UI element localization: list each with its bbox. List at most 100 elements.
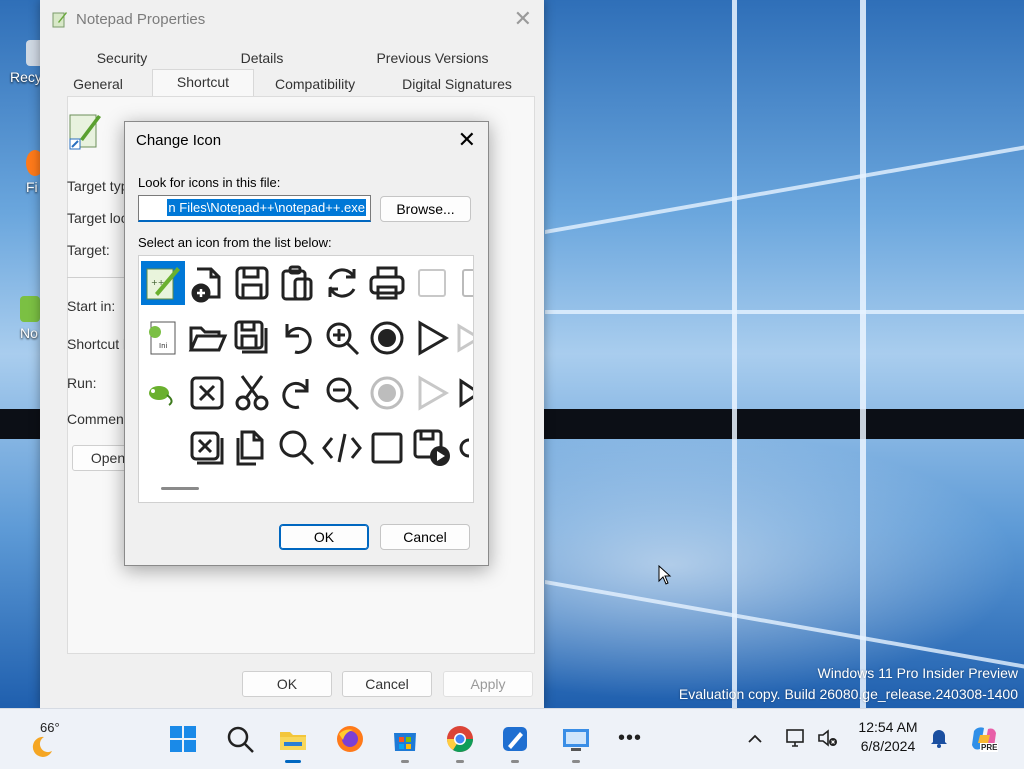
watermark-edition: Windows 11 Pro Insider Preview — [817, 665, 1018, 681]
target-type-label: Target typ — [67, 178, 129, 194]
more-apps-icon[interactable]: ••• — [618, 727, 642, 750]
wallpaper-frame-line — [732, 0, 737, 708]
weather-moon-icon — [32, 736, 52, 757]
partial-icon[interactable] — [455, 426, 473, 470]
divider — [67, 277, 127, 278]
file-explorer-icon[interactable] — [278, 724, 308, 754]
paint-icon[interactable] — [500, 724, 530, 754]
control-panel-running-indicator — [572, 760, 580, 763]
firefox-icon[interactable] — [335, 724, 365, 754]
dialog-ok-button[interactable]: OK — [279, 524, 369, 550]
play-disabled-icon[interactable] — [410, 371, 454, 415]
search-icon[interactable] — [225, 724, 255, 754]
windows-start-icon[interactable] — [168, 724, 198, 754]
control-panel-icon[interactable] — [561, 724, 591, 754]
tab-details[interactable]: Details — [237, 50, 287, 66]
find-icon[interactable] — [275, 426, 319, 470]
cut-icon[interactable] — [230, 371, 274, 415]
tab-digital-signatures[interactable]: Digital Signatures — [402, 76, 512, 92]
partial-icon[interactable] — [455, 261, 473, 305]
notepadpp-shortcut-icon — [69, 114, 101, 150]
play-icon[interactable] — [410, 316, 454, 360]
partial-play-icon[interactable] — [455, 371, 473, 415]
dialog-cancel-button[interactable]: Cancel — [380, 524, 470, 550]
tab-general[interactable]: General — [70, 76, 126, 92]
store-running-indicator — [401, 760, 409, 763]
zoom-out-icon[interactable] — [320, 371, 364, 415]
svg-text:++: ++ — [151, 278, 164, 287]
notepadpp-icon — [20, 296, 40, 322]
close-box-icon[interactable] — [185, 371, 229, 415]
save-all-icon[interactable] — [230, 316, 274, 360]
chevron-up-icon[interactable] — [747, 731, 763, 747]
icon-file-path-input[interactable]: n Files\Notepad++\notepad++.exe — [138, 195, 371, 222]
notepadpp-document-icon[interactable]: Ini — [141, 316, 185, 360]
blank-square-icon[interactable] — [410, 261, 454, 305]
tab-security[interactable]: Security — [92, 50, 152, 66]
browse-button[interactable]: Browse... — [380, 196, 471, 222]
wallpaper-frame-line — [860, 0, 866, 708]
notepadpp-icon — [52, 12, 67, 28]
icon-file-path-value: n Files\Notepad++\notepad++.exe — [167, 199, 366, 216]
close-icon[interactable]: ✕ — [514, 6, 532, 32]
weather-temp: 66° — [40, 720, 60, 735]
save-macro-icon[interactable] — [410, 426, 454, 470]
desktop-icon-notepad[interactable]: No — [20, 296, 40, 341]
tab-shortcut[interactable]: Shortcut — [152, 69, 254, 98]
wallpaper-frame-line — [545, 310, 1024, 314]
partial-play-icon[interactable] — [455, 316, 473, 360]
svg-text:Ini: Ini — [159, 342, 168, 350]
properties-title: Notepad Properties — [76, 11, 206, 28]
print-icon[interactable] — [365, 261, 409, 305]
new-file-plus-icon[interactable] — [185, 261, 229, 305]
save-icon[interactable] — [230, 261, 274, 305]
notepadpp-chameleon-icon[interactable] — [141, 371, 185, 415]
properties-apply-button[interactable]: Apply — [443, 671, 533, 697]
record-disabled-icon[interactable] — [365, 371, 409, 415]
start-in-label: Start in: — [67, 298, 116, 314]
copilot-button[interactable]: PRE — [968, 723, 1000, 755]
watermark-build: Evaluation copy. Build 26080.ge_release.… — [678, 686, 1018, 702]
close-all-icon[interactable] — [185, 426, 229, 470]
undo-icon[interactable] — [275, 316, 319, 360]
target-location-label: Target loc — [67, 210, 128, 226]
icon-list[interactable]: ++ Ini — [138, 255, 474, 503]
weather-widget[interactable]: 66° — [26, 720, 86, 763]
notification-bell-icon[interactable] — [929, 727, 949, 749]
comment-label: Comment: — [67, 411, 132, 427]
clock[interactable]: 12:54 AM 6/8/2024 — [850, 719, 926, 754]
properties-ok-button[interactable]: OK — [242, 671, 332, 697]
select-icon-label: Select an icon from the list below: — [138, 235, 332, 250]
record-icon[interactable] — [365, 316, 409, 360]
clock-time: 12:54 AM — [858, 719, 918, 735]
stop-icon[interactable] — [365, 426, 409, 470]
zoom-in-icon[interactable] — [320, 316, 364, 360]
look-for-icons-label: Look for icons in this file: — [138, 175, 281, 190]
copy-icon[interactable] — [230, 426, 274, 470]
chrome-icon[interactable] — [445, 724, 475, 754]
properties-cancel-button[interactable]: Cancel — [342, 671, 432, 697]
open-folder-icon[interactable] — [185, 316, 229, 360]
volume-muted-icon[interactable] — [816, 727, 840, 749]
copilot-preview-badge: PRE — [980, 743, 999, 752]
notepadpp-app-icon[interactable]: ++ — [141, 261, 185, 305]
desktop-icon-label: No — [20, 325, 38, 341]
refresh-icon[interactable] — [320, 261, 364, 305]
desktop-icon-label: Fi — [26, 179, 38, 195]
run-label: Run: — [67, 375, 97, 391]
desktop-icon-label: Recy — [10, 69, 42, 85]
change-icon-dialog: Change Icon ✕ Look for icons in this fil… — [124, 121, 489, 566]
code-icon[interactable] — [320, 426, 364, 470]
clock-date: 6/8/2024 — [860, 738, 916, 754]
close-icon[interactable]: ✕ — [458, 126, 476, 154]
tab-previous-versions[interactable]: Previous Versions — [375, 50, 490, 66]
dialog-title: Change Icon — [136, 132, 222, 149]
chrome-running-indicator — [456, 760, 464, 763]
clipboard-icon[interactable] — [275, 261, 319, 305]
tab-compatibility[interactable]: Compatibility — [275, 76, 355, 92]
redo-icon[interactable] — [275, 371, 319, 415]
microsoft-store-icon[interactable] — [390, 724, 420, 754]
wallpaper-frame-line — [545, 145, 1024, 234]
network-icon[interactable] — [784, 727, 808, 749]
horizontal-scrollbar[interactable] — [161, 487, 199, 490]
